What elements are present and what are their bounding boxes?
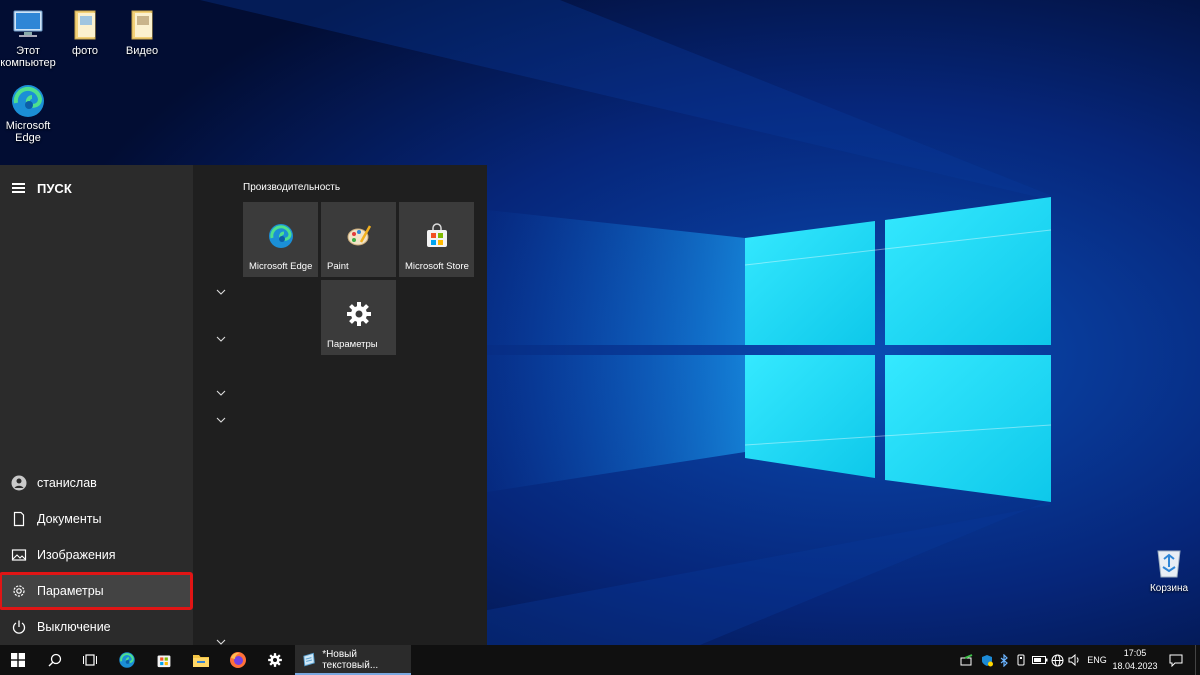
desktop-icon-label: фото <box>72 45 98 57</box>
taskbar: *Новый текстовый... ENG 17:05 18.04.2023 <box>0 645 1200 675</box>
tray-device-icon[interactable] <box>960 653 974 667</box>
file-explorer-icon <box>193 655 209 667</box>
rail-item-documents[interactable]: Документы <box>0 501 193 537</box>
tile-label: Paint <box>327 261 349 272</box>
start-button[interactable] <box>0 645 36 675</box>
gear-icon <box>11 583 27 599</box>
desktop-icon-recycle-bin[interactable]: Корзина <box>1143 545 1195 594</box>
hamburger-menu-icon[interactable] <box>12 183 25 193</box>
power-icon <box>11 619 27 635</box>
tile-label: Microsoft Edge <box>249 261 313 272</box>
desktop-icon-edge[interactable]: Microsoft Edge <box>0 83 59 144</box>
recycle-bin-icon <box>1154 545 1184 579</box>
task-view-icon <box>83 654 97 666</box>
desktop-icon-label: Корзина <box>1149 583 1189 594</box>
notepad-icon <box>303 652 315 667</box>
user-icon <box>11 475 27 491</box>
rail-item-settings[interactable]: Параметры <box>0 572 193 610</box>
edge-icon <box>243 222 318 252</box>
task-view-button[interactable] <box>72 645 108 675</box>
tray-usb-icon[interactable] <box>1015 653 1027 667</box>
rail-item-label: Документы <box>37 512 102 526</box>
rail-item-power[interactable]: Выключение <box>0 609 193 645</box>
desktop-icon-label: Edge <box>15 132 41 144</box>
folder-icon <box>124 8 160 42</box>
tray-clock-time[interactable]: 17:05 <box>1112 648 1158 658</box>
tray-shield-icon[interactable] <box>981 653 993 667</box>
desktop-icon-photo-folder[interactable]: фото <box>54 8 116 57</box>
paint-icon <box>321 222 396 252</box>
windows-start-icon <box>11 653 25 667</box>
taskbar-active-window[interactable]: *Новый текстовый... <box>295 645 411 675</box>
tile-group-title[interactable]: Производительность <box>243 182 340 193</box>
rail-item-label: Параметры <box>37 584 104 598</box>
tile-label: Параметры <box>327 339 378 350</box>
taskbar-file-explorer[interactable] <box>183 645 219 675</box>
firefox-icon <box>230 652 246 668</box>
pictures-icon <box>11 547 27 563</box>
rail-item-label: Изображения <box>37 548 116 562</box>
desktop-icon-label: Этот <box>16 45 40 57</box>
gear-icon <box>268 653 282 667</box>
taskbar-edge[interactable] <box>109 645 145 675</box>
tray-clock-date[interactable]: 18.04.2023 <box>1112 661 1158 671</box>
desktop-icon-this-pc[interactable]: Этот компьютер <box>0 8 59 69</box>
rail-item-label: станислав <box>37 476 97 490</box>
chevron-down-icon[interactable] <box>216 416 226 424</box>
desktop-icon-video-folder[interactable]: Видео <box>111 8 173 57</box>
tile-paint[interactable]: Paint <box>321 202 396 277</box>
chevron-down-icon[interactable] <box>216 389 226 397</box>
edge-icon <box>119 652 135 668</box>
notification-center-icon[interactable] <box>1169 653 1183 667</box>
desktop-icon-label: Microsoft <box>5 120 51 132</box>
network-globe-icon[interactable] <box>1051 653 1064 667</box>
desktop-icon-label: Видео <box>125 45 159 57</box>
bluetooth-icon[interactable] <box>999 653 1009 667</box>
show-desktop-button[interactable] <box>1195 645 1200 675</box>
tile-microsoft-edge[interactable]: Microsoft Edge <box>243 202 318 277</box>
tile-label: Microsoft Store <box>405 261 469 272</box>
language-indicator[interactable]: ENG <box>1085 655 1109 665</box>
rail-item-pictures[interactable]: Изображения <box>0 537 193 573</box>
search-icon <box>48 653 62 667</box>
battery-icon[interactable] <box>1032 653 1048 667</box>
chevron-down-icon[interactable] <box>216 288 226 296</box>
folder-icon <box>67 8 103 42</box>
start-menu-header[interactable]: ПУСК <box>12 178 72 198</box>
computer-icon <box>10 8 46 42</box>
edge-icon <box>10 83 46 117</box>
taskbar-firefox[interactable] <box>220 645 256 675</box>
start-menu-title: ПУСК <box>37 180 72 196</box>
volume-icon[interactable] <box>1068 653 1081 667</box>
active-window-title: *Новый текстовый... <box>322 649 379 671</box>
start-menu-rail: ПУСК станислав Документы Изображения Пар… <box>0 165 193 645</box>
taskbar-store[interactable] <box>146 645 182 675</box>
tile-settings[interactable]: Параметры <box>321 280 396 355</box>
taskbar-settings[interactable] <box>257 645 293 675</box>
store-icon <box>157 655 171 668</box>
rail-item-label: Выключение <box>37 620 111 634</box>
store-icon <box>399 222 474 252</box>
search-button[interactable] <box>37 645 73 675</box>
desktop-icon-label: компьютер <box>0 57 56 69</box>
document-icon <box>11 511 27 527</box>
rail-item-user[interactable]: станислав <box>0 465 193 501</box>
chevron-down-icon[interactable] <box>216 335 226 343</box>
tile-microsoft-store[interactable]: Microsoft Store <box>399 202 474 277</box>
gear-icon <box>321 300 396 330</box>
